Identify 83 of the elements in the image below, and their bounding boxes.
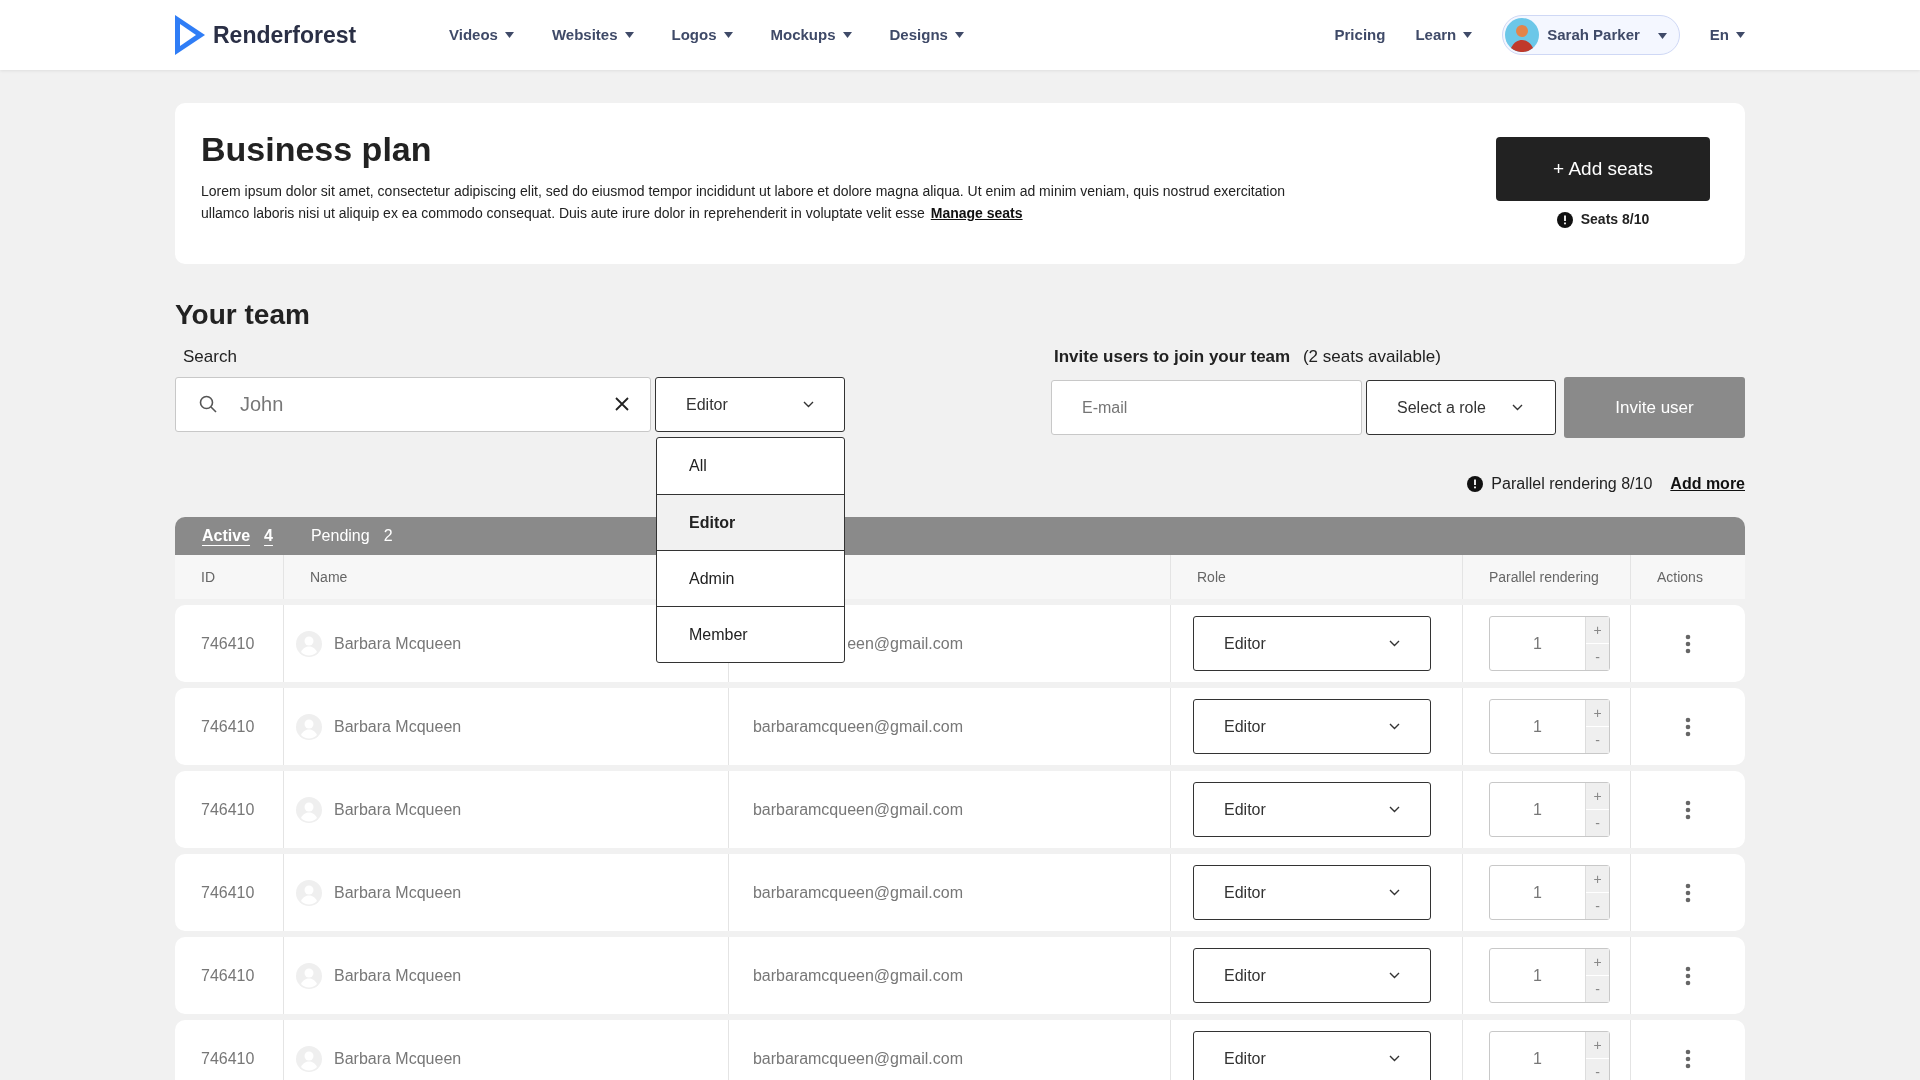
role-select[interactable]: Editor <box>1193 782 1431 838</box>
chevron-down-icon <box>1389 723 1400 731</box>
search-label: Search <box>182 345 237 368</box>
user-email: barbaramcqueen@gmail.com <box>751 799 963 820</box>
nav-menu[interactable]: Designs <box>889 23 964 47</box>
more-icon[interactable] <box>1685 799 1691 820</box>
menu-option[interactable]: Admin <box>657 550 844 607</box>
add-seats-button[interactable]: + Add seats <box>1496 137 1710 201</box>
chevron-down-icon <box>1389 1055 1400 1063</box>
chevron-down-icon <box>803 401 814 409</box>
role-filter[interactable]: Editor <box>655 377 845 433</box>
caret-icon <box>624 32 634 38</box>
user-email: barbaramcqueen@gmail.com <box>751 716 963 737</box>
plan-title: Business plan <box>201 129 433 170</box>
role-select[interactable]: Editor <box>1193 699 1431 755</box>
caret-icon <box>954 32 964 38</box>
caret-icon <box>504 32 514 38</box>
user-name: Barbara Mcqueen <box>334 1048 462 1069</box>
nav-link[interactable]: Pricing <box>1334 23 1386 47</box>
column-header: Role <box>1197 567 1226 587</box>
role-select[interactable]: Editor <box>1193 1031 1431 1080</box>
role-select[interactable]: Editor <box>1193 616 1431 672</box>
language-menu[interactable]: En <box>1709 23 1745 47</box>
chevron-down-icon <box>1389 889 1400 897</box>
more-icon[interactable] <box>1685 965 1691 986</box>
chevron-down-icon <box>1389 806 1400 814</box>
column-header: ID <box>201 567 215 587</box>
logo-icon <box>175 15 205 55</box>
caret-icon <box>1657 32 1667 39</box>
column-header: Actions <box>1657 567 1703 587</box>
user-menu[interactable]: Sarah Parker <box>1502 15 1680 55</box>
chevron-down-icon <box>1389 640 1400 648</box>
more-icon[interactable] <box>1685 882 1691 903</box>
seats-available: (2 seats available) <box>1302 346 1441 366</box>
avatar-icon <box>1505 18 1540 52</box>
menu-option[interactable]: Member <box>657 606 844 663</box>
more-icon[interactable] <box>1685 716 1691 737</box>
id-cell-text: 746410 <box>201 633 255 654</box>
caret-icon <box>842 32 852 38</box>
role-select[interactable]: Editor <box>1193 948 1431 1004</box>
id-cell-text: 746410 <box>201 799 255 820</box>
plan-description: Lorem ipsum dolor sit amet, consectetur adipiscing elit, sed do eiusmod tempor incididunt ut labore et dolore magna aliqua. Ut enim ad minim veniam, quis nostrud exercitation ullamco laboris nisi ut aliquip ex ea commodo consequat. Duis aute irure dolor in reprehenderit in voluptate velit esse Manage seats <box>201 181 1286 223</box>
user-name: Barbara Mcqueen <box>334 633 462 654</box>
logo-text: Renderforest <box>213 20 357 50</box>
nav-menu[interactable]: Websites <box>551 23 634 47</box>
user-email: barbaramcqueen@gmail.com <box>751 1048 963 1069</box>
manage-seats-link[interactable]: Manage seats <box>930 204 1023 221</box>
more-icon[interactable] <box>1685 633 1691 654</box>
id-cell-text: 746410 <box>201 716 255 737</box>
column-header: Parallel rendering <box>1489 567 1599 587</box>
nav-menu[interactable]: Videos <box>449 23 514 47</box>
search-field[interactable]: John <box>175 377 651 433</box>
search-icon <box>199 395 217 414</box>
section-title: Your team <box>175 298 311 332</box>
user-email: barbaramcqueen@gmail.com <box>751 965 963 986</box>
invite-title: Invite users to join your team <box>1054 346 1291 366</box>
user-name: Barbara Mcqueen <box>334 965 462 986</box>
more-icon[interactable] <box>1685 1048 1691 1069</box>
add-more-link[interactable]: Add more <box>1670 472 1745 497</box>
info-icon <box>1467 476 1484 493</box>
column-header: Name <box>310 567 348 587</box>
nav-link[interactable]: Learn <box>1415 23 1473 47</box>
info-icon <box>1556 211 1573 228</box>
nav-menu[interactable]: Logos <box>671 23 733 47</box>
id-cell-text: 746410 <box>201 965 255 986</box>
chevron-down-icon <box>1511 404 1523 412</box>
caret-icon <box>723 32 733 38</box>
id-cell-text: 746410 <box>201 1048 255 1069</box>
chevron-down-icon <box>1389 972 1400 980</box>
user-name: Barbara Mcqueen <box>334 716 462 737</box>
user-name: Barbara Mcqueen <box>334 799 462 820</box>
role-select[interactable]: Editor <box>1193 865 1431 921</box>
caret-icon <box>1463 32 1473 38</box>
user-email: barbaramcqueen@gmail.com <box>751 882 963 903</box>
rendering-limit: Parallel rendering 8/10 <box>1491 474 1653 495</box>
user-name: Barbara Mcqueen <box>334 882 462 903</box>
nav-menu[interactable]: Mockups <box>770 23 852 47</box>
caret-icon <box>1736 32 1745 38</box>
menu-option[interactable]: Editor <box>657 494 844 551</box>
menu-option[interactable]: All <box>657 438 844 495</box>
id-cell-text: 746410 <box>201 882 255 903</box>
clear-icon[interactable] <box>615 397 629 412</box>
seats-count: Seats 8/10 <box>1580 210 1650 229</box>
